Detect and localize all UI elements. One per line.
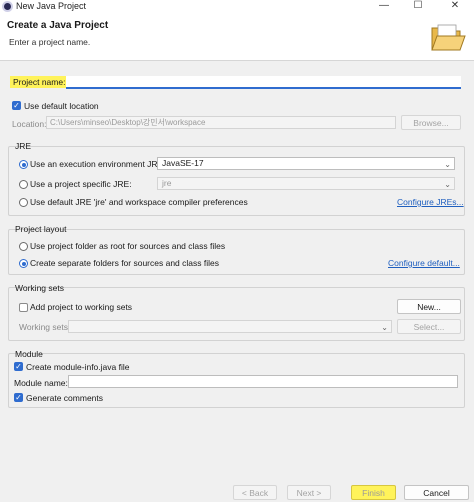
layout-separate-radio[interactable]: [19, 259, 28, 268]
add-to-working-sets-checkbox[interactable]: [19, 303, 28, 312]
location-label: Location:: [12, 119, 47, 129]
new-working-set-button[interactable]: New...: [397, 299, 461, 314]
working-sets-label: Working sets:: [19, 322, 71, 332]
layout-root-radio[interactable]: [19, 242, 28, 251]
jre-default-radio[interactable]: [19, 198, 28, 207]
checkmark-icon: ✓: [15, 393, 22, 402]
project-layout-group-label: Project layout: [15, 224, 67, 234]
jre-env-select[interactable]: JavaSE-17 ⌄: [157, 157, 455, 170]
jre-specific-value: jre: [162, 178, 172, 188]
minimize-button[interactable]: —: [367, 0, 401, 13]
jre-specific-select[interactable]: jre ⌄: [157, 177, 455, 190]
maximize-button[interactable]: ☐: [401, 0, 435, 13]
add-to-working-sets-label: Add project to working sets: [30, 302, 133, 312]
checkmark-icon: ✓: [13, 101, 20, 110]
module-name-input[interactable]: [68, 375, 458, 388]
wizard-subtitle: Enter a project name.: [9, 37, 91, 47]
module-group-label: Module: [15, 349, 43, 359]
jre-env-radio[interactable]: [19, 160, 28, 169]
working-sets-select[interactable]: ⌄: [68, 320, 392, 333]
project-name-input[interactable]: [66, 76, 461, 89]
project-name-label: Project name:: [10, 76, 69, 88]
layout-separate-label: Create separate folders for sources and …: [30, 258, 219, 268]
generate-comments-checkbox[interactable]: ✓: [14, 393, 23, 402]
jre-default-label: Use default JRE 'jre' and workspace comp…: [30, 197, 248, 207]
configure-jres-link[interactable]: Configure JREs...: [397, 197, 464, 207]
open-folder-icon: [431, 24, 466, 51]
finish-button[interactable]: Finish: [351, 485, 396, 500]
create-module-info-checkbox[interactable]: ✓: [14, 362, 23, 371]
window-title: New Java Project: [16, 1, 87, 11]
select-working-sets-button[interactable]: Select...: [397, 319, 461, 334]
working-sets-group-label: Working sets: [15, 283, 64, 293]
jre-specific-label: Use a project specific JRE:: [30, 179, 132, 189]
chevron-down-icon: ⌄: [444, 160, 451, 169]
project-layout-group: [8, 229, 465, 275]
browse-button[interactable]: Browse...: [401, 115, 461, 130]
jre-specific-radio[interactable]: [19, 180, 28, 189]
wizard-title: Create a Java Project: [7, 20, 109, 31]
use-default-location-label: Use default location: [24, 101, 99, 111]
jre-env-label: Use an execution environment JRE:: [30, 159, 166, 169]
chevron-down-icon: ⌄: [444, 180, 451, 189]
next-button[interactable]: Next >: [287, 485, 331, 500]
title-bar: New Java Project — ☐ ✕: [0, 0, 474, 14]
back-button[interactable]: < Back: [233, 485, 277, 500]
jre-group-label: JRE: [15, 141, 32, 151]
cancel-button[interactable]: Cancel: [404, 485, 469, 500]
chevron-down-icon: ⌄: [381, 323, 388, 332]
location-input[interactable]: C:\Users\minseo\Desktop\강민서\workspace: [46, 116, 396, 129]
configure-default-link[interactable]: Configure default...: [388, 258, 460, 268]
use-default-location-checkbox[interactable]: ✓: [12, 101, 21, 110]
close-button[interactable]: ✕: [438, 0, 472, 13]
create-module-info-label: Create module-info.java file: [26, 362, 130, 372]
layout-root-label: Use project folder as root for sources a…: [30, 241, 226, 251]
jre-env-value: JavaSE-17: [162, 158, 204, 168]
module-name-label: Module name:: [14, 378, 68, 388]
generate-comments-label: Generate comments: [26, 393, 104, 403]
checkmark-icon: ✓: [15, 362, 22, 371]
eclipse-icon: [2, 1, 13, 12]
